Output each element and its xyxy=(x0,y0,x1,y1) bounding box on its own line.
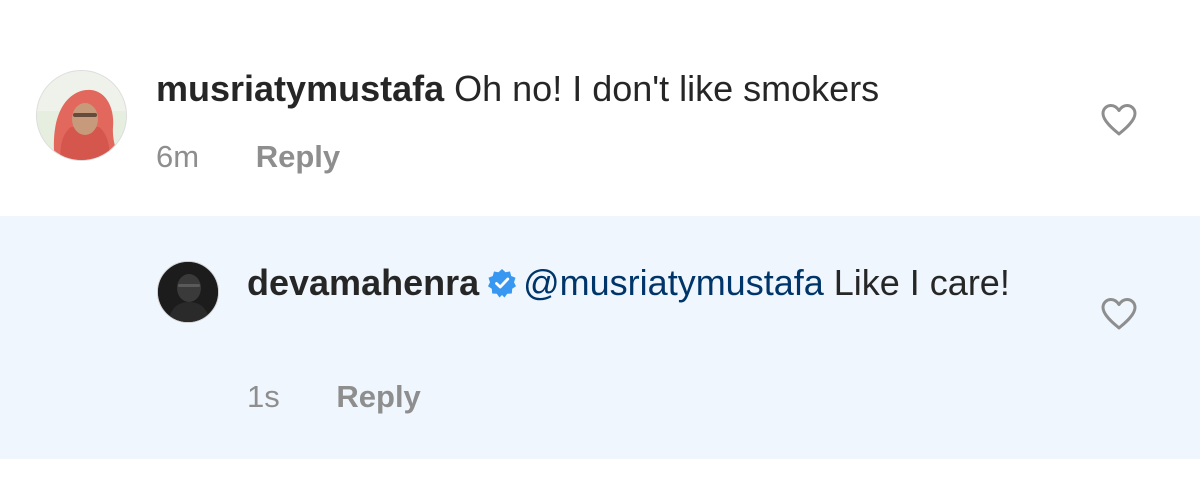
timestamp: 1s xyxy=(247,379,280,414)
reply-text: Like I care! xyxy=(823,262,1010,303)
comment-item: musriatymustafa Oh no! I don't like smok… xyxy=(0,0,1200,216)
comment-body: musriatymustafa Oh no! I don't like smok… xyxy=(156,64,1056,114)
reply-meta: 1s Reply xyxy=(247,377,421,417)
reply-comment-item xyxy=(0,216,1200,459)
mention-link[interactable]: @musriatymustafa xyxy=(523,262,824,303)
avatar-dark-photo-icon xyxy=(158,262,218,322)
username-link[interactable]: devamahenra xyxy=(247,262,479,303)
reply-body: devamahenra @musriatymustafa Like I care… xyxy=(247,258,1047,308)
reply-button[interactable]: Reply xyxy=(336,377,420,417)
heart-outline-icon xyxy=(1101,104,1137,136)
avatar[interactable] xyxy=(157,261,219,323)
heart-outline-icon xyxy=(1101,298,1137,330)
avatar[interactable] xyxy=(36,70,127,161)
like-button[interactable] xyxy=(1100,297,1138,331)
comments-thread: musriatymustafa Oh no! I don't like smok… xyxy=(0,0,1200,485)
comment-meta: 6m Reply xyxy=(156,137,340,177)
like-button[interactable] xyxy=(1100,103,1138,137)
reply-button[interactable]: Reply xyxy=(256,137,340,177)
comment-text: Oh no! I don't like smokers xyxy=(454,68,880,109)
username-link[interactable]: musriatymustafa xyxy=(156,68,444,109)
timestamp: 6m xyxy=(156,139,200,174)
verified-badge-icon xyxy=(488,269,517,298)
avatar-hijab-photo-icon xyxy=(37,71,126,160)
